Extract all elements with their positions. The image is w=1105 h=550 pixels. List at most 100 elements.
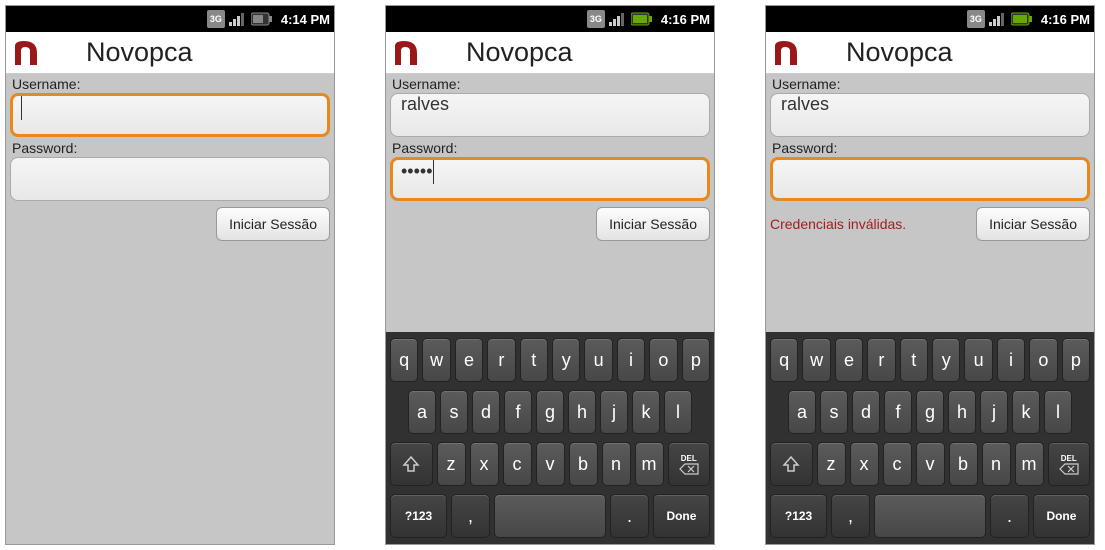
key-w[interactable]: w — [802, 338, 830, 382]
key-b[interactable]: b — [949, 442, 978, 486]
clock: 4:14 PM — [281, 12, 330, 27]
username-label: Username: — [12, 76, 330, 92]
key-j[interactable]: j — [600, 390, 628, 434]
keyboard-row-2: a s d f g h j k l — [390, 390, 710, 434]
key-p[interactable]: p — [1062, 338, 1090, 382]
username-input[interactable]: ralves — [770, 93, 1090, 137]
key-c[interactable]: c — [883, 442, 912, 486]
password-label: Password: — [392, 140, 710, 156]
key-shift[interactable] — [390, 442, 433, 486]
key-v[interactable]: v — [536, 442, 565, 486]
app-title: Novopca — [846, 37, 953, 68]
key-comma[interactable]: , — [831, 494, 870, 538]
signal-icon — [989, 10, 1007, 28]
key-k[interactable]: k — [632, 390, 660, 434]
key-m[interactable]: m — [635, 442, 664, 486]
password-input[interactable] — [10, 157, 330, 201]
key-z[interactable]: z — [817, 442, 846, 486]
key-k[interactable]: k — [1012, 390, 1040, 434]
login-button[interactable]: Iniciar Sessão — [596, 207, 710, 241]
key-u[interactable]: u — [964, 338, 992, 382]
password-input[interactable]: ••••• — [390, 157, 710, 201]
username-label: Username: — [772, 76, 1090, 92]
key-q[interactable]: q — [390, 338, 418, 382]
network-3g-icon: 3G — [587, 10, 605, 28]
key-h[interactable]: h — [568, 390, 596, 434]
key-e[interactable]: e — [835, 338, 863, 382]
key-c[interactable]: c — [503, 442, 532, 486]
key-i[interactable]: i — [997, 338, 1025, 382]
key-o[interactable]: o — [1029, 338, 1057, 382]
keyboard-row-3: z x c v b n m DEL — [770, 442, 1090, 486]
keyboard-row-1: q w e r t y u i o p — [390, 338, 710, 382]
keyboard-row-3: z x c v b n m DEL — [390, 442, 710, 486]
key-l[interactable]: l — [1044, 390, 1072, 434]
key-r[interactable]: r — [867, 338, 895, 382]
key-t[interactable]: t — [900, 338, 928, 382]
key-u[interactable]: u — [584, 338, 612, 382]
app-title: Novopca — [466, 37, 573, 68]
novopca-logo-icon — [392, 38, 422, 68]
key-r[interactable]: r — [487, 338, 515, 382]
keyboard-row-1: q w e r t y u i o p — [770, 338, 1090, 382]
key-l[interactable]: l — [664, 390, 692, 434]
battery-icon — [631, 10, 653, 28]
key-w[interactable]: w — [422, 338, 450, 382]
key-o[interactable]: o — [649, 338, 677, 382]
status-bar: 3G 4:14 PM — [6, 6, 334, 32]
key-space[interactable] — [874, 494, 986, 538]
password-input[interactable] — [770, 157, 1090, 201]
app-title: Novopca — [86, 37, 193, 68]
key-g[interactable]: g — [536, 390, 564, 434]
key-done[interactable]: Done — [1033, 494, 1090, 538]
username-input[interactable] — [10, 93, 330, 137]
key-x[interactable]: x — [850, 442, 879, 486]
key-symbols[interactable]: ?123 — [390, 494, 447, 538]
keyboard-row-2: a s d f g h j k l — [770, 390, 1090, 434]
key-f[interactable]: f — [884, 390, 912, 434]
key-p[interactable]: p — [682, 338, 710, 382]
login-button[interactable]: Iniciar Sessão — [976, 207, 1090, 241]
key-i[interactable]: i — [617, 338, 645, 382]
key-symbols[interactable]: ?123 — [770, 494, 827, 538]
key-n[interactable]: n — [982, 442, 1011, 486]
key-comma[interactable]: , — [451, 494, 490, 538]
battery-icon — [1011, 10, 1033, 28]
key-z[interactable]: z — [437, 442, 466, 486]
phone-screen-2: 3G 4:16 PM Novopca Username: ralves Pass… — [385, 5, 715, 545]
key-period[interactable]: . — [990, 494, 1029, 538]
key-shift[interactable] — [770, 442, 813, 486]
key-a[interactable]: a — [408, 390, 436, 434]
keyboard-row-4: ?123 , . Done — [390, 494, 710, 538]
key-a[interactable]: a — [788, 390, 816, 434]
key-y[interactable]: y — [932, 338, 960, 382]
login-button[interactable]: Iniciar Sessão — [216, 207, 330, 241]
key-n[interactable]: n — [602, 442, 631, 486]
username-input[interactable]: ralves — [390, 93, 710, 137]
key-j[interactable]: j — [980, 390, 1008, 434]
key-s[interactable]: s — [440, 390, 468, 434]
key-delete[interactable]: DEL — [668, 442, 711, 486]
key-s[interactable]: s — [820, 390, 848, 434]
key-q[interactable]: q — [770, 338, 798, 382]
key-done[interactable]: Done — [653, 494, 710, 538]
key-v[interactable]: v — [916, 442, 945, 486]
key-d[interactable]: d — [472, 390, 500, 434]
novopca-logo-icon — [772, 38, 802, 68]
app-title-bar: Novopca — [766, 32, 1094, 74]
key-m[interactable]: m — [1015, 442, 1044, 486]
key-period[interactable]: . — [610, 494, 649, 538]
key-e[interactable]: e — [455, 338, 483, 382]
key-t[interactable]: t — [520, 338, 548, 382]
key-g[interactable]: g — [916, 390, 944, 434]
key-space[interactable] — [494, 494, 606, 538]
key-y[interactable]: y — [552, 338, 580, 382]
app-title-bar: Novopca — [6, 32, 334, 74]
key-d[interactable]: d — [852, 390, 880, 434]
key-x[interactable]: x — [470, 442, 499, 486]
key-f[interactable]: f — [504, 390, 532, 434]
key-h[interactable]: h — [948, 390, 976, 434]
status-bar: 3G 4:16 PM — [386, 6, 714, 32]
key-b[interactable]: b — [569, 442, 598, 486]
key-delete[interactable]: DEL — [1048, 442, 1091, 486]
